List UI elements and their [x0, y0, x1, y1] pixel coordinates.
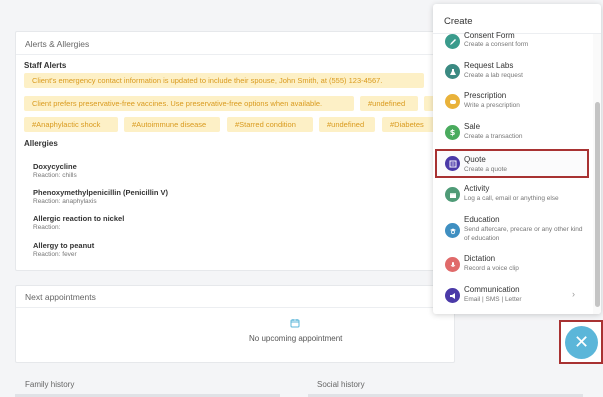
menu-item-description: Create a lab request [464, 72, 523, 79]
divider [16, 54, 454, 55]
menu-item-education[interactable]: Education Send aftercare, precare or any… [433, 213, 593, 248]
staff-alerts-label: Staff Alerts [24, 61, 67, 70]
scrollbar-thumb[interactable] [595, 102, 600, 307]
menu-item-description: Create a transaction [464, 133, 523, 140]
menu-item-prescription[interactable]: Prescription Write a prescription [433, 89, 593, 114]
staff-alert-pill: #undefined [360, 96, 418, 111]
alerts-card-title: Alerts & Allergies [25, 39, 90, 49]
menu-item-label: Sale [464, 122, 481, 131]
menu-item-label: Communication [464, 285, 520, 294]
menu-item-request-labs[interactable]: Request Labs Create a lab request [433, 59, 593, 84]
flask-icon [445, 64, 460, 79]
create-menu-title: Create [444, 16, 473, 27]
menu-item-description: Write a prescription [464, 102, 520, 109]
microphone-icon [445, 257, 460, 272]
chevron-right-icon: › [572, 289, 575, 299]
menu-item-description: Log a call, email or anything else [464, 195, 559, 202]
menu-item-quote[interactable]: Quote Create a quote [435, 149, 589, 178]
appointments-card-title: Next appointments [25, 292, 96, 302]
calendar-icon [290, 319, 300, 328]
allergy-name: Allergic reaction to nickel [33, 214, 125, 223]
condition-tag: #Autoimmune disease [124, 117, 220, 132]
staff-alert-pill: Client's emergency contact information i… [24, 73, 424, 88]
menu-item-description: Create a consent form [464, 41, 529, 48]
menu-item-communication[interactable]: Communication Email | SMS | Letter › [433, 283, 593, 308]
no-appointment-text: No upcoming appointment [249, 334, 343, 343]
create-menu: Create Consent Form Create a consent for… [433, 4, 601, 314]
menu-item-description: Record a voice clip [464, 265, 519, 272]
menu-item-label: Prescription [464, 91, 507, 100]
patient-overview-page: Alerts & Allergies Staff Alerts Client's… [0, 0, 603, 397]
close-icon: ✕ [573, 332, 590, 352]
education-icon [445, 223, 460, 238]
allergy-reaction: Reaction: anaphylaxis [33, 198, 97, 205]
condition-tag: #Starred condition [227, 117, 313, 132]
menu-item-activity[interactable]: Activity Log a call, email or anything e… [433, 182, 593, 207]
menu-item-label: Dictation [464, 254, 496, 263]
activity-icon [445, 187, 460, 202]
next-appointments-card: Next appointments [15, 285, 455, 363]
pill-icon [445, 94, 460, 109]
staff-alert-pill: Client prefers preservative-free vaccine… [24, 96, 354, 111]
close-create-menu-button[interactable]: ✕ [565, 326, 598, 359]
social-history-title: Social history [317, 380, 365, 389]
quote-icon [445, 156, 460, 171]
allergy-name: Doxycycline [33, 162, 77, 171]
allergy-reaction: Reaction: fever [33, 251, 77, 258]
menu-item-description: Create a quote [464, 166, 508, 173]
menu-item-label: Activity [464, 184, 490, 193]
megaphone-icon [445, 288, 460, 303]
allergy-name: Phenoxymethylpenicillin (Penicillin V) [33, 188, 169, 197]
allergy-name: Allergy to peanut [33, 241, 95, 250]
allergies-label: Allergies [24, 139, 58, 148]
dollar-icon: $ [445, 125, 460, 140]
menu-item-description: Send aftercare, precare or any other kin… [464, 226, 583, 242]
alerts-allergies-card: Alerts & Allergies [15, 31, 455, 271]
menu-item-label: Request Labs [464, 61, 514, 70]
menu-item-consent-form[interactable]: Consent Form Create a consent form [433, 31, 593, 53]
family-history-title: Family history [25, 380, 75, 389]
divider [16, 307, 454, 308]
allergy-reaction: Reaction: chills [33, 172, 77, 179]
menu-item-label: Quote [464, 155, 486, 164]
allergy-reaction: Reaction: [33, 224, 61, 231]
pen-icon [445, 34, 460, 49]
menu-item-description: Email | SMS | Letter [464, 296, 522, 303]
condition-tag: #undefined [319, 117, 375, 132]
condition-tag: #Anaphylactic shock [24, 117, 118, 132]
menu-item-label: Consent Form [464, 31, 515, 40]
menu-item-dictation[interactable]: Dictation Record a voice clip [433, 252, 593, 277]
menu-item-sale[interactable]: $ Sale Create a transaction [433, 120, 593, 145]
menu-item-label: Education [464, 215, 500, 224]
